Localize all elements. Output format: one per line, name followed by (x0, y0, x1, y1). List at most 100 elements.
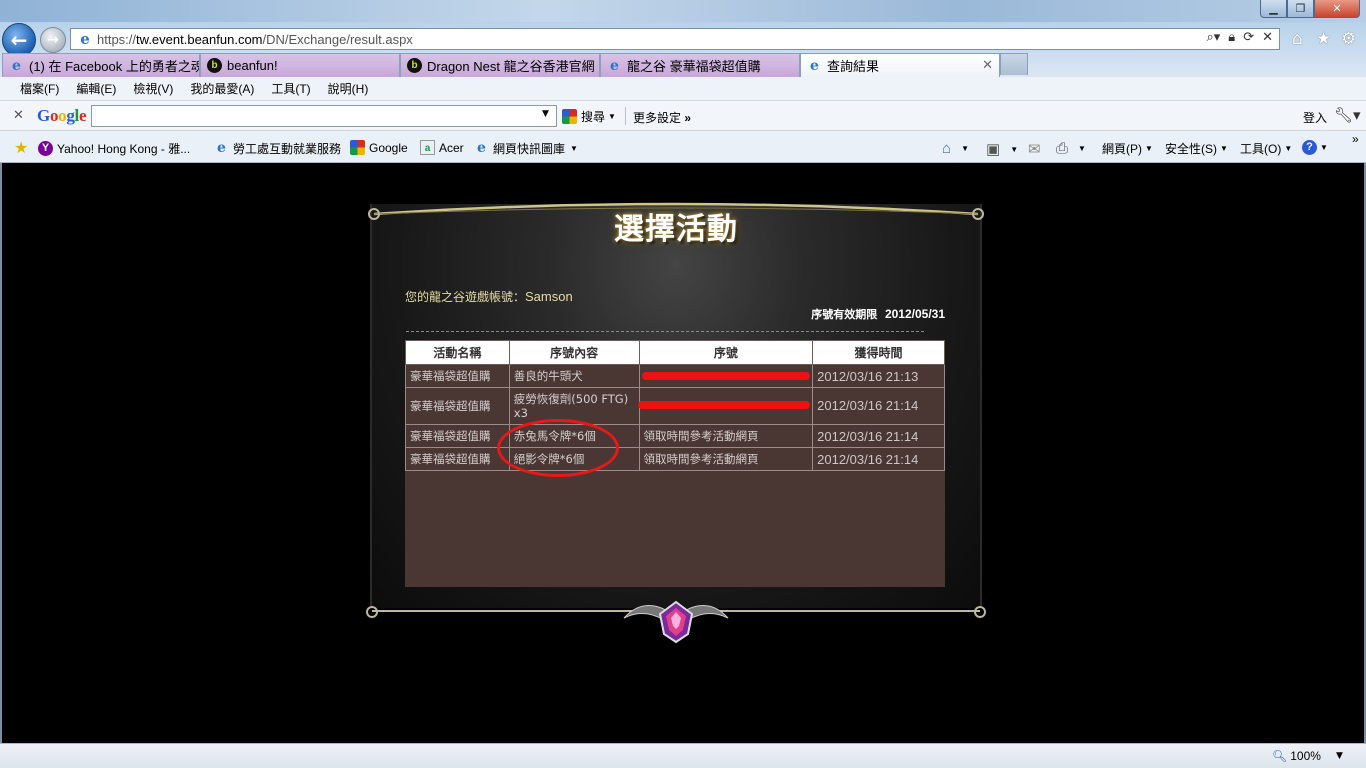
acer-icon: a (420, 140, 435, 155)
zoom-icon: 🔍︎ (1272, 749, 1288, 763)
url-path: /DN/Exchange/result.aspx (262, 31, 413, 47)
arrow-right-icon: → (47, 32, 59, 48)
login-link[interactable]: 登入 (1303, 109, 1327, 126)
maximize-button[interactable]: ❐ (1287, 0, 1314, 18)
tab-lucky-bag[interactable]: e 龍之谷 豪華福袋超值購 (600, 53, 800, 77)
header-event-name: 活動名稱 (405, 340, 510, 365)
arrow-left-icon: ← (10, 28, 28, 52)
tools-menu[interactable]: 工具(O) ▼ (1240, 140, 1292, 157)
ie-icon: e (12, 57, 21, 74)
tab-label: 查詢結果 (827, 59, 880, 74)
table-row: 豪華福袋超值購 赤兔馬令牌*6個 領取時間參考活動網頁 2012/03/16 2… (405, 424, 945, 448)
mail-command[interactable]: ✉ (1028, 140, 1045, 158)
tab-query-result[interactable]: e 查詢結果 ✕ (800, 53, 1000, 77)
chevron-down-icon: ▼ (1220, 144, 1228, 153)
back-button[interactable]: ← (2, 23, 36, 57)
tab-label: 龍之谷 豪華福袋超值購 (627, 59, 761, 74)
redaction-mark (642, 372, 810, 380)
expiry-label: 序號有效期限 (811, 308, 878, 321)
home-icon[interactable]: ⌂ (1292, 29, 1303, 49)
account-name: Samson (525, 289, 573, 304)
address-url[interactable]: https://tw.event.beanfun.com/DN/Exchange… (97, 32, 413, 47)
forward-button[interactable]: → (40, 27, 66, 53)
tools-menu-label: 工具(O) (1240, 142, 1282, 156)
tab-label: beanfun! (227, 58, 278, 73)
cell-event: 豪華福袋超值購 (405, 447, 510, 471)
cell-event: 豪華福袋超值購 (405, 387, 510, 425)
fav-label: 勞工處互動就業服務 (233, 142, 342, 156)
favorites-star-icon[interactable]: ★ (14, 138, 28, 157)
feeds-command[interactable]: ▣ ▼ (986, 140, 1018, 158)
gear-icon[interactable]: ⚙ (1341, 29, 1356, 49)
fav-label: Acer (439, 140, 464, 155)
chevron-down-icon[interactable]: ▼ (1336, 751, 1343, 761)
fav-link-labour[interactable]: e 勞工處互動就業服務 (214, 140, 341, 157)
favorites-bar: ★ Y Yahoo! Hong Kong - 雅... e 勞工處互動就業服務 Go… (0, 131, 1366, 163)
close-tab-icon[interactable]: ✕ (982, 57, 993, 73)
stop-icon[interactable]: ✕ (1262, 30, 1273, 45)
google-icon (562, 109, 577, 124)
account-prefix: 您的龍之谷遊戲帳號： (405, 290, 526, 304)
new-tab-button[interactable] (1000, 53, 1028, 75)
print-command[interactable]: ⎙ ▼ (1056, 140, 1086, 157)
chevron-down-icon: ▼ (1145, 144, 1153, 153)
wrench-icon[interactable]: 🔧︎▾ (1334, 106, 1361, 124)
more-settings-label: 更多設定 (633, 111, 682, 125)
minimize-button[interactable]: ▁ (1260, 0, 1287, 18)
address-bar[interactable]: e https://tw.event.beanfun.com/DN/Exchan… (70, 28, 1280, 50)
close-window-button[interactable]: ✕ (1314, 0, 1360, 18)
tab-dragon-nest[interactable]: b Dragon Nest 龍之谷香港官網 (400, 53, 600, 77)
rss-icon: ▣ (986, 141, 1001, 158)
search-button-label: 搜尋 (581, 110, 606, 124)
header-serial: 序號 (638, 340, 814, 365)
tab-facebook[interactable]: e (1) 在 Facebook 上的勇者之魂 (2, 53, 200, 77)
lock-icon[interactable]: 🔒︎ (1228, 30, 1235, 45)
tab-label: (1) 在 Facebook 上的勇者之魂 (29, 59, 200, 74)
chevron-down-icon: ▼ (1078, 144, 1086, 153)
home-icon: ⌂ (942, 140, 952, 157)
menu-tools[interactable]: 工具(T) (271, 80, 310, 97)
menu-view[interactable]: 檢視(V) (133, 80, 173, 97)
beanfun-icon: b (407, 58, 422, 73)
search-icon[interactable]: ⌕▾ (1206, 30, 1220, 45)
tab-strip: e (1) 在 Facebook 上的勇者之魂 b beanfun! b Dra… (0, 53, 1366, 77)
fav-link-webslice[interactable]: e 網頁快訊圖庫 ▼ (474, 140, 578, 157)
cell-time: 2012/03/16 21:14 (812, 424, 945, 448)
ie-icon: e (80, 30, 90, 48)
page-menu[interactable]: 網頁(P) ▼ (1102, 140, 1153, 157)
serial-expiry: 序號有效期限 2012/05/31 (405, 306, 945, 322)
safety-menu-label: 安全性(S) (1165, 142, 1217, 156)
ie-icon: e (217, 140, 226, 156)
refresh-icon[interactable]: ⟳ (1243, 30, 1254, 45)
home-command[interactable]: ⌂ ▼ (942, 140, 969, 157)
menu-file[interactable]: 檔案(F) (20, 80, 59, 97)
more-settings-button[interactable]: 更多設定 » (633, 109, 691, 126)
circle-annotation (497, 419, 619, 477)
title-bar (0, 0, 1366, 22)
toolbar-overflow[interactable]: » (1352, 132, 1359, 146)
menu-edit[interactable]: 編輯(E) (76, 80, 116, 97)
chevron-down-icon: ▼ (1284, 144, 1293, 153)
cell-content: 善良的牛頭犬 (508, 364, 640, 388)
menu-help[interactable]: 說明(H) (328, 80, 369, 97)
ie-icon: e (810, 57, 819, 74)
logo-letter: G (37, 106, 50, 125)
google-search-input[interactable] (91, 105, 557, 127)
chevron-down-icon: ▼ (1010, 144, 1019, 154)
chevron-down-icon[interactable]: ▼ (542, 109, 549, 119)
cell-time: 2012/03/16 21:14 (812, 447, 945, 471)
menu-favorites[interactable]: 我的最愛(A) (190, 80, 254, 97)
page-menu-label: 網頁(P) (1102, 142, 1142, 156)
tab-beanfun[interactable]: b beanfun! (200, 53, 400, 77)
close-toolbar-icon[interactable]: ✕ (13, 108, 24, 123)
fav-link-google[interactable]: Google (350, 140, 408, 155)
mail-icon: ✉ (1028, 141, 1041, 158)
help-menu[interactable]: ? ▼ (1302, 140, 1328, 155)
favorites-star-icon[interactable]: ★ (1316, 29, 1331, 49)
google-search-button[interactable]: 搜尋 ▼ (562, 108, 616, 125)
fav-link-yahoo[interactable]: Y Yahoo! Hong Kong - 雅... (38, 140, 190, 157)
zoom-control[interactable]: 🔍︎ 100% (1272, 749, 1321, 763)
safety-menu[interactable]: 安全性(S) ▼ (1165, 140, 1228, 157)
fav-link-acer[interactable]: a Acer (420, 140, 464, 155)
dashed-divider (406, 331, 924, 332)
